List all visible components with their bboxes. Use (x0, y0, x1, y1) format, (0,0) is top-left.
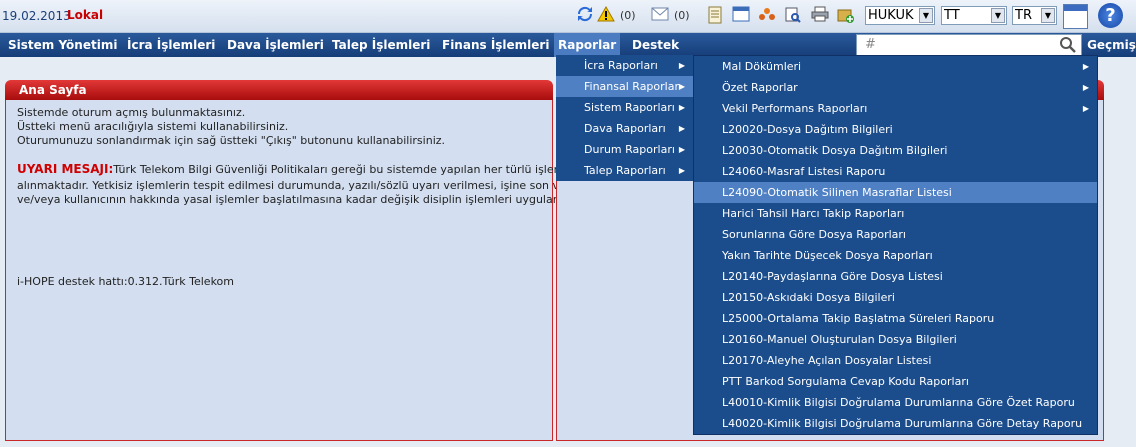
home-panel: Sistemde oturum açmış bulunmaktasınız. Ü… (5, 100, 629, 441)
home-panel-header: Ana Sayfa (5, 80, 553, 100)
menu-icra-raporlari[interactable]: İcra Raporları ▶ (556, 55, 693, 76)
help-button[interactable]: ? (1098, 3, 1123, 28)
home-line-1: Sistemde oturum açmış bulunmaktasınız. (17, 106, 246, 119)
menu-finansal-raporlar[interactable]: Finansal Raporlar ▶ (556, 76, 693, 97)
home-line-3: Oturumunuzu sonlandırmak için sağ üsttek… (17, 134, 446, 147)
chevron-down-icon: ▼ (1041, 8, 1055, 23)
search-input[interactable]: # (856, 34, 1082, 56)
menu-item-l40020[interactable]: L40020-Kimlik Bilgisi Doğrulama Durumlar… (694, 413, 1097, 434)
nav-destek[interactable]: Destek (632, 33, 679, 57)
menu-item-l20030[interactable]: L20030-Otomatik Dosya Dağıtım Bilgileri (694, 140, 1097, 161)
menu-durum-raporlari[interactable]: Durum Raporları ▶ (556, 139, 693, 160)
chevron-right-icon: ▶ (1082, 104, 1089, 113)
nav-talep-islemleri[interactable]: Talep İşlemleri (332, 33, 430, 57)
menu-item-mal-dokumleri[interactable]: Mal Dökümleri ▶ (694, 56, 1097, 77)
warning-text-3: ve/veya kullanıcının hakkında yasal işle… (17, 193, 592, 206)
chevron-right-icon: ▶ (678, 82, 685, 91)
sub-select[interactable]: TT ▼ (941, 6, 1007, 25)
window-icon[interactable] (732, 6, 750, 26)
nav-icra-islemleri[interactable]: İcra İşlemleri (127, 33, 215, 57)
menu-item-l25000[interactable]: L25000-Ortalama Takip Başlatma Süreleri … (694, 308, 1097, 329)
messages-count: (0) (674, 9, 690, 22)
warning-label: UYARI MESAJI: (17, 162, 114, 176)
menu-item-sorunlarina-gore[interactable]: Sorunlarına Göre Dosya Raporları (694, 224, 1097, 245)
menu-item-l24090[interactable]: L24090-Otomatik Silinen Masraflar Listes… (694, 182, 1097, 203)
top-bar: 19.02.2013 Lokal (0) (0) HUKUK ▼ TT ▼ TR… (0, 0, 1136, 33)
sub-select-value: TT (944, 8, 960, 23)
alerts-count: (0) (620, 9, 636, 22)
support-line: i-HOPE destek hattı:0.312.Türk Telekom (17, 275, 234, 288)
home-line-2: Üstteki menü aracılığıyla sistemi kullan… (17, 120, 289, 133)
nav-finans-islemleri[interactable]: Finans İşlemleri (442, 33, 549, 57)
users-icon[interactable] (758, 6, 776, 28)
menu-item-l20150[interactable]: L20150-Askıdaki Dosya Bilgileri (694, 287, 1097, 308)
search-placeholder: # (865, 37, 876, 52)
module-select-value: HUKUK (868, 8, 914, 23)
menu-item-l20160[interactable]: L20160-Manuel Oluşturulan Dosya Bilgiler… (694, 329, 1097, 350)
menu-item-ozet-raporlar[interactable]: Özet Raporlar ▶ (694, 77, 1097, 98)
menu-item-l24060[interactable]: L24060-Masraf Listesi Raporu (694, 161, 1097, 182)
language-select-value: TR (1015, 8, 1032, 23)
mail-icon[interactable] (651, 6, 669, 25)
search-document-icon[interactable] (784, 6, 802, 28)
chevron-right-icon: ▶ (678, 61, 685, 70)
menu-item-harici-tahsil[interactable]: Harici Tahsil Harcı Takip Raporları (694, 203, 1097, 224)
chevron-right-icon: ▶ (1082, 83, 1089, 92)
search-icon[interactable] (1059, 36, 1077, 54)
menu-sistem-raporlari[interactable]: Sistem Raporları ▶ (556, 97, 693, 118)
warning-text-1: Türk Telekom Bilgi Güvenliği Politikalar… (113, 163, 630, 176)
language-select[interactable]: TR ▼ (1012, 6, 1057, 25)
warning-text-2: alınmaktadır. Yetkisiz işlemlerin tespit… (17, 179, 603, 192)
menu-item-l20170[interactable]: L20170-Aleyhe Açılan Dosyalar Listesi (694, 350, 1097, 371)
menu-item-yakin-tarihte[interactable]: Yakın Tarihte Düşecek Dosya Raporları (694, 245, 1097, 266)
menu-item-vekil-performans[interactable]: Vekil Performans Raporları ▶ (694, 98, 1097, 119)
chevron-right-icon: ▶ (678, 124, 685, 133)
history-button[interactable]: Geçmiş (1087, 33, 1136, 57)
home-panel-title: Ana Sayfa (19, 83, 87, 97)
chevron-right-icon: ▶ (1082, 62, 1089, 71)
warning-line-1: UYARI MESAJI:Türk Telekom Bilgi Güvenliğ… (17, 162, 629, 176)
menu-item-l20020[interactable]: L20020-Dosya Dağıtım Bilgileri (694, 119, 1097, 140)
nav-dava-islemleri[interactable]: Dava İşlemleri (227, 33, 324, 57)
notes-icon[interactable] (707, 6, 723, 28)
menu-talep-raporlari[interactable]: Talep Raporları ▶ (556, 160, 693, 181)
environment-label: Lokal (67, 8, 104, 22)
chevron-down-icon: ▼ (919, 8, 933, 23)
finance-reports-menu: Mal Dökümleri ▶ Özet Raporlar ▶ Vekil Perf… (693, 55, 1098, 435)
calendar-icon[interactable] (1063, 4, 1088, 29)
menu-item-ptt-barkod[interactable]: PTT Barkod Sorgulama Cevap Kodu Raporlar… (694, 371, 1097, 392)
chevron-right-icon: ▶ (678, 166, 685, 175)
nav-raporlar[interactable]: Raporlar (554, 33, 621, 57)
nav-sistem-yonetimi[interactable]: Sistem Yönetimi (8, 33, 117, 57)
current-date: 19.02.2013 (2, 9, 71, 23)
menu-dava-raporlari[interactable]: Dava Raporları ▶ (556, 118, 693, 139)
reports-menu: İcra Raporları ▶ Finansal Raporlar ▶ Siste… (556, 55, 693, 181)
printer-icon[interactable] (811, 6, 829, 26)
chevron-right-icon: ▶ (678, 103, 685, 112)
chevron-right-icon: ▶ (678, 145, 685, 154)
add-folder-icon[interactable] (837, 6, 855, 28)
warning-icon[interactable] (597, 5, 615, 26)
menu-item-l40010[interactable]: L40010-Kimlik Bilgisi Doğrulama Durumlar… (694, 392, 1097, 413)
refresh-icon[interactable] (577, 6, 593, 26)
module-select[interactable]: HUKUK ▼ (865, 6, 935, 25)
menu-item-l20140[interactable]: L20140-Paydaşlarına Göre Dosya Listesi (694, 266, 1097, 287)
chevron-down-icon: ▼ (991, 8, 1005, 23)
